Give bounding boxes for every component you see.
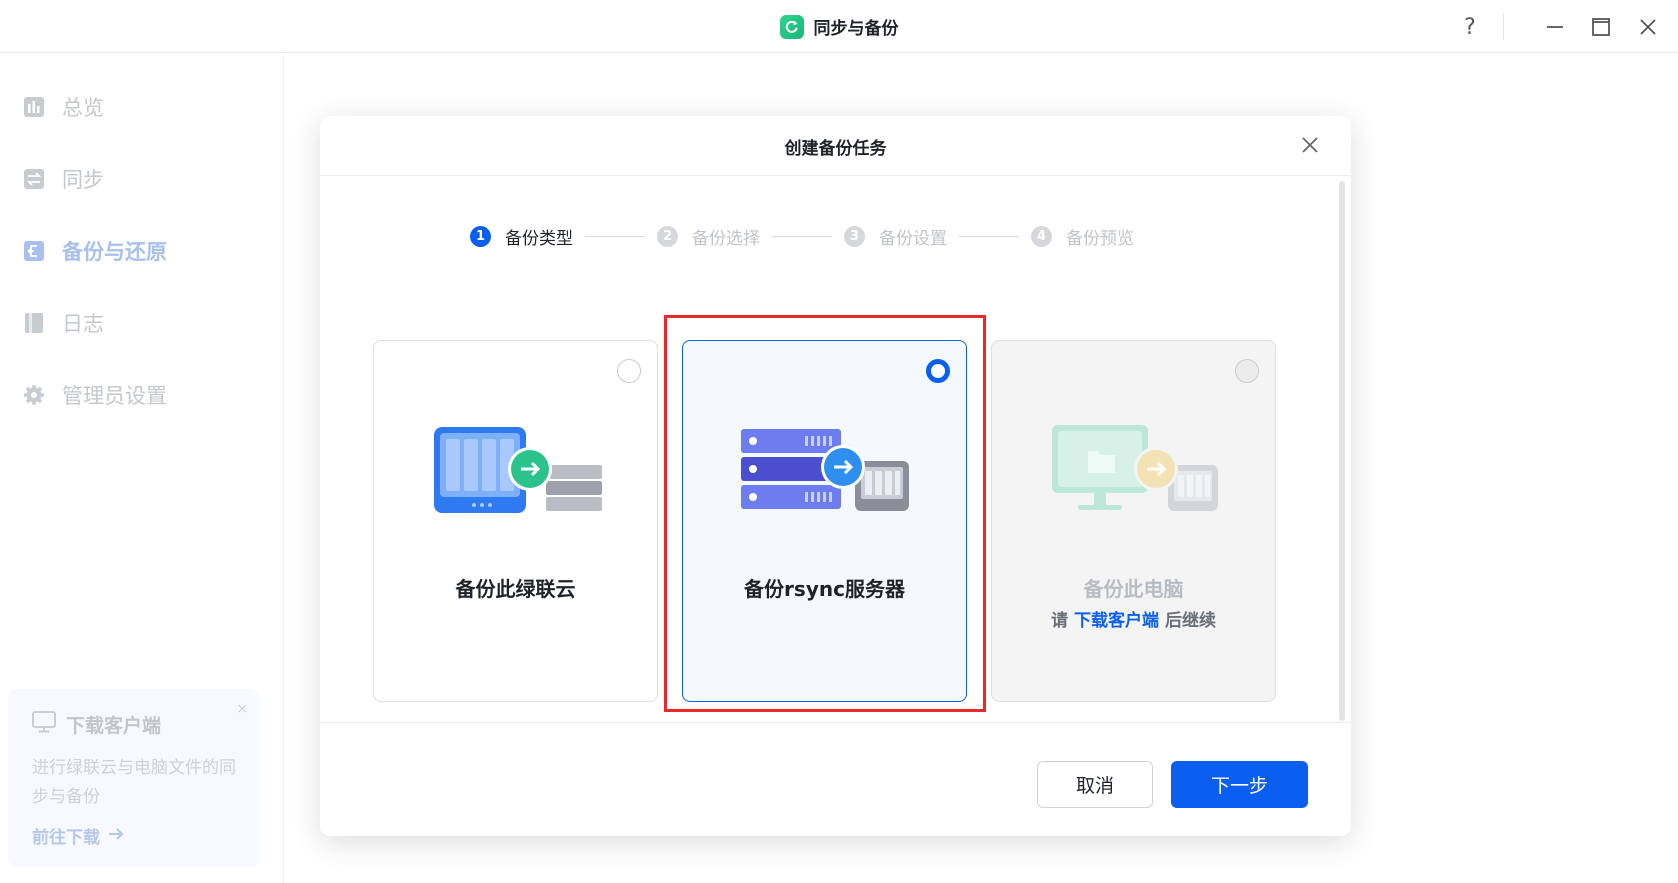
step-number: 3	[844, 226, 865, 247]
promo-close-icon[interactable]: ×	[236, 701, 248, 717]
help-icon[interactable]: ?	[1455, 12, 1485, 42]
sidebar-item-backup-restore[interactable]: 备份与还原	[22, 236, 167, 266]
step-backup-preview: 4 备份预览	[1031, 224, 1134, 249]
download-client-promo: 下载客户端 × 进行绿联云与电脑文件的同步与备份 前往下载	[8, 689, 260, 867]
step-backup-settings: 3 备份设置	[844, 224, 947, 249]
log-icon	[22, 311, 46, 335]
sync-icon	[22, 167, 46, 191]
step-label: 备份设置	[879, 229, 947, 249]
backup-restore-icon	[22, 239, 46, 263]
dialog-scrollbar[interactable]	[1339, 181, 1345, 721]
app-logo-icon	[779, 14, 804, 39]
hint-prefix: 请	[1051, 611, 1068, 631]
promo-title: 下载客户端	[32, 711, 161, 738]
download-client-hint: 请下载客户端 后继续	[992, 606, 1275, 631]
dialog-header: 创建备份任务	[320, 116, 1351, 176]
step-number: 1	[470, 226, 491, 247]
download-client-link[interactable]: 下载客户端	[1068, 611, 1165, 631]
stepper: 1 备份类型 2 备份选择 3 备份设置 4 备份预览	[470, 224, 1134, 249]
sidebar-item-log[interactable]: 日志	[22, 308, 104, 338]
arrow-right-icon	[108, 826, 124, 846]
monitor-icon	[32, 711, 56, 738]
rsync-backup-illustration	[735, 421, 915, 521]
step-connector	[959, 236, 1019, 237]
step-backup-type: 1 备份类型	[470, 224, 573, 249]
minimize-icon[interactable]	[1540, 12, 1570, 42]
step-label: 备份选择	[692, 229, 760, 249]
sidebar-item-label: 备份与还原	[62, 240, 167, 264]
sidebar-item-overview[interactable]: 总览	[22, 92, 104, 122]
computer-backup-illustration	[1044, 421, 1224, 521]
hint-suffix: 后继续	[1165, 611, 1216, 631]
option-backup-nas[interactable]: 备份此绿联云	[373, 340, 658, 702]
option-backup-computer: 备份此电脑 请下载客户端 后继续	[991, 340, 1276, 702]
dialog-footer: 取消 下一步	[320, 722, 1351, 836]
step-connector	[585, 236, 645, 237]
step-label: 备份预览	[1066, 229, 1134, 249]
nas-backup-illustration	[426, 421, 606, 521]
option-label: 备份rsync服务器	[744, 577, 905, 601]
radio-button[interactable]	[617, 359, 641, 383]
sidebar-item-label: 同步	[62, 168, 104, 192]
sidebar-item-admin-settings[interactable]: 管理员设置	[22, 380, 167, 410]
step-connector	[772, 236, 832, 237]
close-icon[interactable]	[1297, 132, 1323, 158]
sidebar-item-sync[interactable]: 同步	[22, 164, 104, 194]
app-title: 同步与备份	[0, 14, 1678, 39]
promo-download-link[interactable]: 前往下载	[32, 823, 124, 848]
maximize-icon[interactable]	[1586, 12, 1616, 42]
radio-button-disabled	[1235, 359, 1259, 383]
sidebar-item-label: 日志	[62, 312, 104, 336]
title-separator	[1503, 14, 1504, 40]
option-label: 备份此电脑	[1083, 577, 1184, 601]
title-bar: 同步与备份 ?	[0, 0, 1678, 53]
sidebar-item-label: 总览	[62, 96, 104, 120]
next-button[interactable]: 下一步	[1171, 761, 1308, 808]
dialog-title: 创建备份任务	[784, 139, 887, 159]
promo-description: 进行绿联云与电脑文件的同步与备份	[32, 758, 236, 807]
promo-title-text: 下载客户端	[66, 715, 162, 737]
app-title-text: 同步与备份	[813, 19, 899, 39]
radio-button-selected[interactable]	[926, 359, 950, 383]
option-label: 备份此绿联云	[455, 577, 576, 601]
step-number: 2	[657, 226, 678, 247]
option-backup-rsync[interactable]: 备份rsync服务器	[682, 340, 967, 702]
gear-icon	[22, 383, 46, 407]
step-number: 4	[1031, 226, 1052, 247]
create-backup-dialog: 创建备份任务 1 备份类型 2 备份选择 3 备份设置 4 备份预览 备份此绿联…	[320, 116, 1351, 836]
cancel-button[interactable]: 取消	[1037, 761, 1153, 808]
close-window-icon[interactable]	[1633, 12, 1663, 42]
promo-link-text: 前往下载	[32, 828, 100, 848]
sidebar: 总览 同步 备份与还原 日志 管理员设置 下载客户端 × 进行绿联云与电脑文件的…	[0, 54, 284, 883]
chart-icon	[22, 95, 46, 119]
step-label: 备份类型	[505, 229, 573, 249]
step-backup-selection: 2 备份选择	[657, 224, 760, 249]
sidebar-item-label: 管理员设置	[62, 384, 167, 408]
